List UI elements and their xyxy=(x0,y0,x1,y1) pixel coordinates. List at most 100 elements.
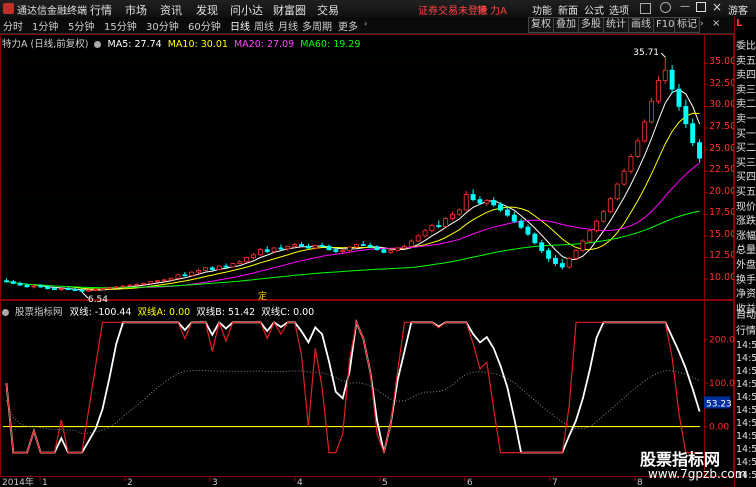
candle-body xyxy=(498,204,504,211)
indicator-title[interactable]: 股票指标网 xyxy=(15,307,63,318)
candle xyxy=(662,57,668,84)
candle xyxy=(642,119,648,143)
sub-indicator: 200.0 100.0 0.00 53.23 2014年 1 2 3 4 5 6 7 8 xyxy=(2,318,734,487)
candle-body xyxy=(381,249,387,253)
candle xyxy=(79,288,85,292)
candle xyxy=(470,189,476,202)
candle xyxy=(223,263,229,268)
candle xyxy=(504,206,510,217)
candle-body xyxy=(216,265,222,270)
candle xyxy=(17,281,23,286)
candle xyxy=(285,245,291,252)
candle xyxy=(484,198,490,206)
candle xyxy=(436,220,442,229)
candle-body xyxy=(456,209,462,215)
chart-canvas[interactable]: 200.0 100.0 0.00 53.23 2014年 1 2 3 4 5 6 7 8 35.716.… xyxy=(0,0,734,487)
candle-body xyxy=(52,288,57,290)
chart-grid xyxy=(0,34,734,477)
candle-body xyxy=(223,265,229,268)
candle-body xyxy=(532,233,538,244)
year-label: 2014年 xyxy=(2,476,34,487)
candle-body xyxy=(587,230,593,242)
candle xyxy=(580,239,586,253)
quote-field-label: 买二 xyxy=(736,143,756,155)
candle xyxy=(443,216,449,228)
quote-side-panel: L 委比 卖五 卖四 卖三 卖二 卖一 买一 买二 买三 买四 买五 现价 涨跌 涨幅 总量 外盘 换手 净资 收益… xyxy=(734,17,756,487)
high-marker-line xyxy=(660,52,666,58)
candle-body xyxy=(649,100,654,123)
main-panel-frame xyxy=(0,34,734,300)
candle-body xyxy=(86,289,92,292)
candle xyxy=(408,239,414,248)
candle xyxy=(278,244,284,251)
candle-body xyxy=(546,250,552,259)
high-price-label: 35.71 xyxy=(633,48,659,58)
candle-body xyxy=(621,170,627,185)
quote-tab[interactable]: 行情 xyxy=(736,322,756,337)
candle xyxy=(141,282,147,286)
corner-label: L xyxy=(736,18,743,29)
candle-body xyxy=(463,194,469,211)
candle xyxy=(189,271,195,277)
candle-body xyxy=(299,244,304,247)
candle-body xyxy=(24,284,30,288)
candle xyxy=(552,254,558,267)
price-tick-label: 17.50 xyxy=(709,207,737,219)
candle-body xyxy=(443,218,449,227)
candle-body xyxy=(209,267,215,270)
candle-body xyxy=(333,249,339,252)
candle xyxy=(388,249,394,255)
candle-body xyxy=(17,282,23,286)
ma60-value: MA60: 19.29 xyxy=(300,39,361,50)
candle xyxy=(209,266,215,271)
candle-body xyxy=(642,121,648,142)
quote-field-label: 现价 xyxy=(736,201,756,213)
candle xyxy=(264,246,270,254)
candle xyxy=(573,248,579,261)
candle-body xyxy=(134,283,140,286)
month-label: 7 xyxy=(552,478,558,487)
candle-body xyxy=(3,280,9,283)
candle xyxy=(154,279,160,283)
candle-body xyxy=(525,226,531,235)
candle-body xyxy=(65,288,71,290)
candle xyxy=(607,197,613,214)
candle xyxy=(601,210,606,223)
candle xyxy=(353,243,359,248)
auto-mode[interactable]: 自动 xyxy=(736,306,756,321)
candle xyxy=(360,241,366,247)
candle xyxy=(182,272,188,277)
price-tick-label: 20.00 xyxy=(709,185,737,197)
candle xyxy=(614,182,620,201)
tick-time: 14:5 xyxy=(736,379,756,390)
candle-body xyxy=(683,106,689,125)
candle xyxy=(374,245,380,251)
moving-average-lines xyxy=(6,88,701,291)
candle xyxy=(676,83,682,111)
price-tick-label: 25.00 xyxy=(709,142,737,154)
candle-body xyxy=(113,286,119,289)
month-label: 8 xyxy=(637,478,643,487)
candle-body xyxy=(45,286,51,289)
candle xyxy=(621,168,627,186)
candle-body xyxy=(360,244,366,246)
candle-body xyxy=(669,69,675,90)
gear-icon[interactable] xyxy=(2,309,9,316)
candle-body xyxy=(237,261,243,264)
candle-body xyxy=(429,225,435,232)
gear-icon[interactable] xyxy=(94,41,102,48)
axes: 35.716.54 定 xyxy=(81,48,666,305)
candle xyxy=(525,224,531,236)
candle-body xyxy=(244,257,250,263)
candle xyxy=(326,244,332,251)
candle-body xyxy=(353,244,359,248)
quote-field-label: 卖二 xyxy=(736,99,756,111)
tick-time: 14:5 xyxy=(736,366,756,377)
quote-field-label: 委比 xyxy=(736,41,756,52)
candle-body xyxy=(491,200,497,206)
month-label: 2 xyxy=(127,478,133,487)
candle-body xyxy=(676,88,682,107)
price-tick-label: 30.00 xyxy=(709,99,737,111)
ma5-value: MA5: 27.74 xyxy=(107,39,162,50)
candle-body xyxy=(161,279,167,282)
